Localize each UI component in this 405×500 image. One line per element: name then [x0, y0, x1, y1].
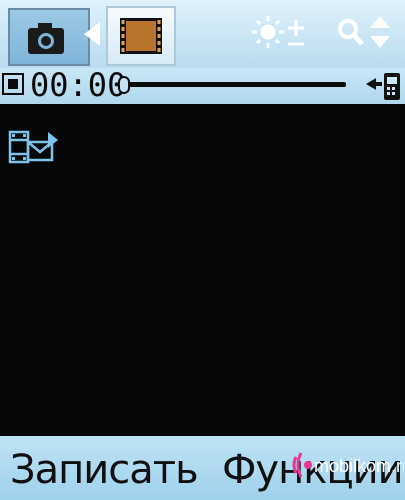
video-message-mode-icon [8, 128, 60, 170]
zoom-icon[interactable] [334, 14, 394, 58]
softkey-record[interactable]: Записать [10, 448, 199, 492]
recording-progress-knob[interactable] [118, 76, 130, 94]
tab-video[interactable] [106, 6, 176, 66]
top-toolbar [0, 0, 405, 68]
stop-icon[interactable] [8, 79, 18, 89]
recording-timer: 00:00 [30, 66, 127, 104]
brightness-icon[interactable] [252, 14, 308, 58]
watermark-text: mobilkom.ru [314, 456, 404, 476]
phone-memory-icon [364, 70, 404, 106]
tab-camera[interactable] [8, 8, 90, 66]
recording-progress-track [118, 82, 346, 87]
recording-bar: 00:00 [0, 68, 405, 104]
scroll-left-icon[interactable] [84, 22, 100, 46]
camera-screen: 00:00 Записать Функции mobilkom.ru [0, 0, 405, 500]
watermark-logo: mobilkom.ru [292, 448, 405, 482]
